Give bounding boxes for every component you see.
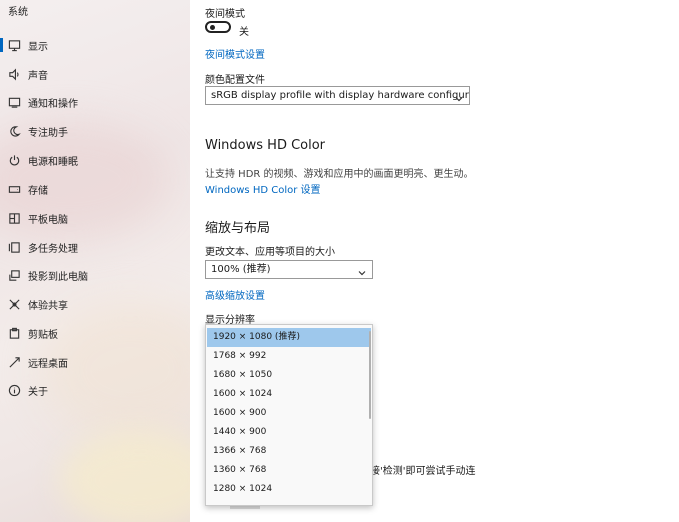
sidebar-item-label: 显示 [28,41,48,53]
sidebar-item-label: 体验共享 [28,300,68,312]
resolution-option[interactable]: 1600 × 1024 [207,385,371,404]
sidebar-item-label: 远程桌面 [28,358,68,370]
chevron-down-icon [358,266,366,276]
dropdown-scrollbar[interactable] [369,331,371,419]
resolution-option[interactable]: 1600 × 900 [207,404,371,423]
sidebar-item-label: 存储 [28,185,48,197]
night-light-settings-link[interactable]: 夜间模式设置 [205,46,265,61]
hd-color-description: 让支持 HDR 的视频、游戏和应用中的画面更明亮、更生动。 [205,169,474,180]
sidebar-item-about[interactable]: 关于 [0,377,190,403]
storage-icon [7,182,21,196]
night-light-label: 夜间模式 [205,9,245,20]
hd-color-settings-link[interactable]: Windows HD Color 设置 [205,181,321,196]
resolution-dropdown-list[interactable]: 1920 × 1080 (推荐) 1768 × 992 1680 × 1050 … [205,324,373,506]
hd-color-heading: Windows HD Color [205,138,326,153]
notification-icon [7,95,21,109]
sidebar-item-notifications[interactable]: 通知和操作 [0,89,190,115]
moon-icon [7,124,21,138]
sidebar-item-label: 电源和睡眠 [28,156,78,168]
toggle-knob [210,25,215,30]
resolution-option[interactable]: 1768 × 992 [207,347,371,366]
chevron-down-icon [455,92,463,102]
sidebar-item-clipboard[interactable]: 剪贴板 [0,320,190,346]
sidebar-item-sound[interactable]: 声音 [0,61,190,87]
sidebar-item-label: 剪贴板 [28,329,58,341]
color-profile-value: sRGB display profile with display hardwa… [211,90,469,101]
sidebar-item-shared-experiences[interactable]: 体验共享 [0,291,190,317]
scale-label: 更改文本、应用等项目的大小 [205,247,335,258]
resolution-option[interactable]: 1920 × 1080 (推荐) [207,328,371,347]
sidebar-item-label: 关于 [28,386,48,398]
sidebar-item-label: 多任务处理 [28,243,78,255]
resolution-option[interactable]: 1360 × 768 [207,461,371,480]
sidebar-item-focus-assist[interactable]: 专注助手 [0,118,190,144]
monitor-icon [7,38,21,52]
scale-select[interactable]: 100% (推荐) [205,260,373,279]
resolution-option[interactable]: 1366 × 768 [207,442,371,461]
detect-hint-text: 接'检测'即可尝试手动连 [370,466,476,477]
sidebar-item-power[interactable]: 电源和睡眠 [0,147,190,173]
sidebar-item-remote-desktop[interactable]: 远程桌面 [0,349,190,375]
clipboard-icon [7,326,21,340]
remote-desktop-icon [7,355,21,369]
scale-layout-heading: 缩放与布局 [205,221,271,236]
info-icon [7,383,21,397]
sidebar-item-projection[interactable]: 投影到此电脑 [0,262,190,288]
resolution-option[interactable]: 1280 × 1024 [207,480,371,499]
tablet-icon [7,211,21,225]
sidebar-item-label: 投影到此电脑 [28,271,88,283]
night-light-state: 关 [239,27,249,38]
multitask-icon [7,240,21,254]
settings-sidebar: 系统 显示 声音 通知和操作 专注助手 电源和睡眠 存储 平板电脑 多任务处理 … [0,0,190,522]
sidebar-item-label: 声音 [28,70,48,82]
resolution-option[interactable]: 1440 × 900 [207,423,371,442]
sidebar-item-label: 平板电脑 [28,214,68,226]
sidebar-item-tablet[interactable]: 平板电脑 [0,205,190,231]
night-light-toggle[interactable] [205,21,231,33]
resolution-option[interactable]: 1680 × 1050 [207,366,371,385]
sidebar-item-label: 通知和操作 [28,98,78,110]
speaker-icon [7,67,21,81]
sidebar-title: 系统 [8,7,28,18]
share-icon [7,297,21,311]
scale-value: 100% (推荐) [211,264,271,275]
projection-icon [7,268,21,282]
sidebar-item-multitasking[interactable]: 多任务处理 [0,234,190,260]
background-blur [60,430,190,522]
sidebar-item-label: 专注助手 [28,127,68,139]
power-icon [7,153,21,167]
color-profile-label: 颜色配置文件 [205,75,265,86]
color-profile-select[interactable]: sRGB display profile with display hardwa… [205,86,470,105]
sidebar-item-storage[interactable]: 存储 [0,176,190,202]
sidebar-item-display[interactable]: 显示 [0,32,190,58]
advanced-scaling-link[interactable]: 高级缩放设置 [205,287,265,302]
